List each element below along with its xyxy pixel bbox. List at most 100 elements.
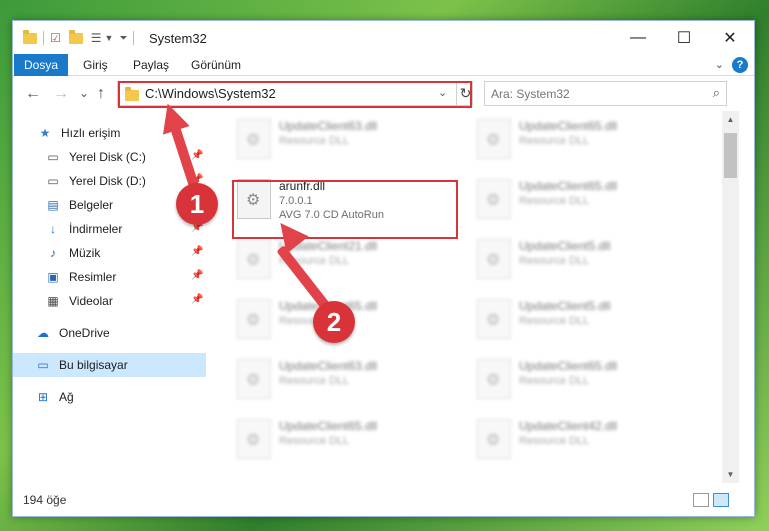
sidebar-item-downloads[interactable]: ↓ İndirmeler 📌	[13, 217, 206, 241]
sidebar-item-label: OneDrive	[59, 326, 110, 340]
file-description: Resource DLL	[519, 195, 590, 207]
pin-icon[interactable]: 📌	[191, 150, 203, 161]
sidebar-item-label: Videolar	[69, 294, 113, 308]
sidebar-item-local-disk-d[interactable]: ▭ Yerel Disk (D:) 📌	[13, 169, 206, 193]
sidebar-item-network[interactable]: ⊞ Ağ	[13, 385, 206, 409]
file-description: Resource DLL	[279, 135, 350, 147]
drive-icon: ▭	[47, 174, 59, 188]
drive-icon: ▭	[47, 150, 59, 164]
sidebar-item-label: Resimler	[69, 270, 117, 284]
up-button[interactable]: ↑	[97, 85, 105, 103]
help-icon[interactable]: ?	[732, 57, 748, 73]
dll-file-icon	[237, 119, 271, 159]
new-folder-icon[interactable]	[68, 29, 83, 44]
sidebar-item-label: Bu bilgisayar	[59, 358, 128, 372]
file-description: Resource DLL	[519, 375, 590, 387]
sidebar-item-label: Yerel Disk (C:)	[69, 150, 146, 164]
pin-icon[interactable]: 📌	[191, 246, 203, 257]
vertical-scrollbar[interactable]: ▲ ▼	[722, 111, 739, 483]
view-options-icon[interactable]: ☰	[91, 31, 102, 45]
ribbon-tabs: Dosya Giriş Paylaş Görünüm ⌄ ?	[13, 54, 754, 76]
file-description: Resource DLL	[519, 315, 590, 327]
file-name: UpdateClient42.dll	[519, 419, 618, 433]
tab-view[interactable]: Görünüm	[183, 54, 249, 76]
quick-access-toolbar: ☑ ☰ ▼ ⏷	[23, 29, 140, 47]
close-button[interactable]: ✕	[707, 21, 753, 54]
navigation-pane: ★ Hızlı erişim ▭ Yerel Disk (C:) 📌 ▭ Yer…	[13, 111, 206, 471]
sidebar-item-videos[interactable]: ▦ Videolar 📌	[13, 289, 206, 313]
divider	[133, 31, 135, 45]
tiles-view-icon[interactable]	[713, 493, 729, 507]
file-name: UpdateClient5.dll	[519, 299, 611, 313]
file-name: UpdateClient65.dll	[519, 119, 618, 133]
dll-file-icon	[237, 359, 271, 399]
file-tile[interactable]: UpdateClient63.dll Resource DLL	[231, 353, 451, 407]
file-description: Resource DLL	[519, 135, 590, 147]
sidebar-item-this-pc[interactable]: ▭ Bu bilgisayar	[13, 353, 206, 377]
dll-file-icon	[477, 419, 511, 459]
tab-file[interactable]: Dosya	[14, 54, 68, 76]
back-button[interactable]: ←	[25, 85, 41, 103]
search-input[interactable]	[491, 85, 691, 103]
star-icon: ★	[39, 126, 51, 140]
pin-icon[interactable]: 📌	[191, 270, 203, 281]
sidebar-item-label: İndirmeler	[69, 222, 123, 236]
chevron-down-icon[interactable]: ▼	[105, 33, 114, 43]
file-highlight	[232, 180, 458, 239]
maximize-button[interactable]: ☐	[661, 21, 707, 54]
cloud-icon: ☁	[37, 326, 49, 340]
sidebar-item-label: Müzik	[69, 246, 101, 260]
file-description: Resource DLL	[519, 255, 590, 267]
status-bar: 194 öğe	[13, 487, 754, 515]
file-tile[interactable]: UpdateClient5.dll Resource DLL	[471, 233, 691, 287]
sidebar-item-label: Belgeler	[69, 198, 114, 212]
tab-home[interactable]: Giriş	[75, 54, 116, 76]
download-icon: ↓	[50, 222, 56, 236]
pictures-icon: ▣	[47, 270, 59, 284]
file-description: Resource DLL	[279, 375, 350, 387]
scroll-up-icon[interactable]: ▲	[722, 111, 739, 128]
title-bar: ☑ ☰ ▼ ⏷ System32 — ☐ ✕	[13, 21, 754, 54]
search-icon[interactable]: ⌕	[713, 85, 720, 101]
tab-share[interactable]: Paylaş	[125, 54, 177, 76]
network-icon: ⊞	[37, 390, 49, 404]
scroll-thumb[interactable]	[724, 133, 737, 178]
properties-icon[interactable]: ☑	[50, 31, 61, 45]
file-tile[interactable]: UpdateClient42.dll Resource DLL	[471, 413, 691, 467]
divider	[43, 31, 44, 45]
dll-file-icon	[477, 299, 511, 339]
window-title: System32	[149, 31, 207, 46]
file-tile[interactable]: UpdateClient65.dll Resource DLL	[471, 173, 691, 227]
sidebar-item-pictures[interactable]: ▣ Resimler 📌	[13, 265, 206, 289]
minimize-button[interactable]: —	[615, 21, 661, 54]
search-box[interactable]: ⌕	[484, 81, 727, 106]
file-tile[interactable]: UpdateClient5.dll Resource DLL	[471, 293, 691, 347]
file-name: UpdateClient65.dll	[519, 179, 618, 193]
dll-file-icon	[237, 239, 271, 279]
customize-qa-icon[interactable]: ⏷	[119, 33, 127, 44]
sidebar-item-music[interactable]: ♪ Müzik 📌	[13, 241, 206, 265]
computer-icon: ▭	[37, 358, 49, 372]
dll-file-icon	[477, 119, 511, 159]
sidebar-item-label: Ağ	[59, 390, 74, 404]
dll-file-icon	[237, 299, 271, 339]
file-tile[interactable]: UpdateClient65.dll Resource DLL	[471, 353, 691, 407]
file-tile[interactable]: UpdateClient65.dll Resource DLL	[231, 413, 451, 467]
file-tile[interactable]: UpdateClient21.dll Resource DLL	[231, 233, 451, 287]
file-description: Resource DLL	[279, 435, 350, 447]
details-view-icon[interactable]	[693, 493, 709, 507]
sidebar-item-onedrive[interactable]: ☁ OneDrive	[13, 321, 206, 345]
sidebar-item-label: Hızlı erişim	[61, 126, 121, 140]
file-tile[interactable]: UpdateClient65.dll Resource DLL	[471, 113, 691, 167]
recent-locations-button[interactable]: ⌄	[79, 86, 89, 100]
chevron-down-icon[interactable]: ⌄	[715, 58, 724, 71]
file-tile[interactable]: UpdateClient63.dll Resource DLL	[231, 113, 451, 167]
sidebar-item-label: Yerel Disk (D:)	[69, 174, 146, 188]
dll-file-icon	[237, 419, 271, 459]
video-icon: ▦	[47, 294, 59, 308]
forward-button[interactable]: →	[53, 85, 69, 103]
step-badge-2: 2	[313, 301, 355, 343]
pin-icon[interactable]: 📌	[191, 294, 203, 305]
file-name: UpdateClient65.dll	[279, 419, 378, 433]
scroll-down-icon[interactable]: ▼	[722, 466, 739, 483]
